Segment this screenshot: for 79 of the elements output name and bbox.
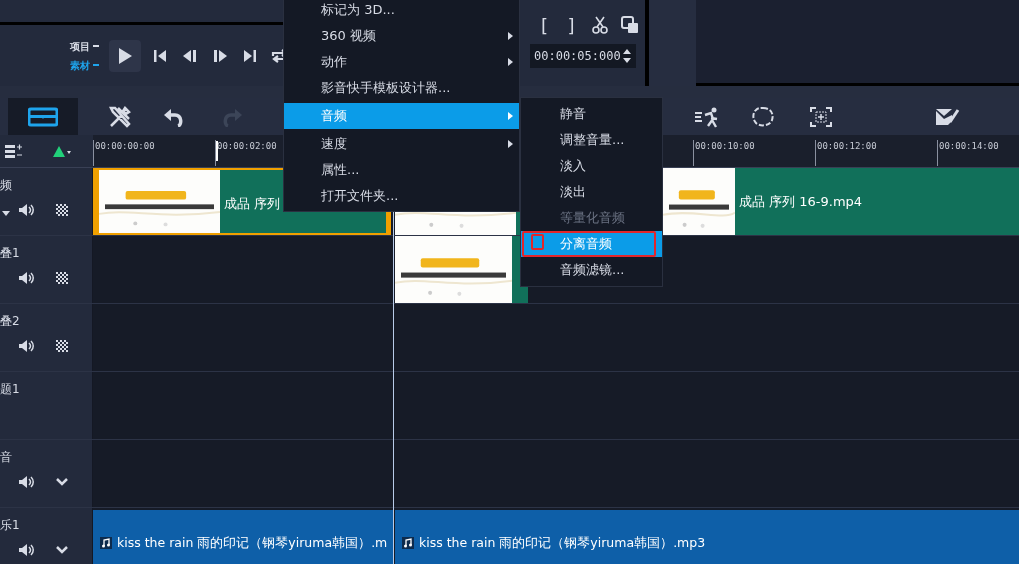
menu-item[interactable]: 影音快手模板设计器... (284, 75, 519, 101)
mute-button[interactable] (18, 202, 34, 218)
music-note-icon (402, 537, 414, 549)
clip-title: kiss the rain 雨的印记（钢琴yiruma韩国）.mp3 (419, 534, 706, 552)
copy-icon (621, 16, 640, 34)
menu-item[interactable]: 淡出 (521, 179, 662, 205)
triangle-icon (52, 144, 72, 158)
ruler-time: 00:00:10:00 (693, 140, 755, 166)
mark-button[interactable]: ] (557, 10, 586, 40)
chevron-down-icon (56, 478, 68, 486)
menu-item[interactable]: 调整音量... (521, 127, 662, 153)
timeline-button[interactable] (8, 98, 78, 135)
mark-button[interactable]: [ (530, 10, 558, 40)
dash-mark (93, 64, 99, 66)
clip-title: 成品 序列 (224, 195, 281, 213)
undo-icon (162, 106, 184, 127)
previous-frame-icon (182, 48, 198, 63)
submenu-arrow-icon (508, 58, 513, 66)
menu-item[interactable]: 音频滤镜... (521, 257, 662, 283)
redo-icon (222, 106, 244, 127)
menu-item[interactable]: 静音 (521, 101, 662, 127)
tools-icon (108, 104, 132, 129)
audio-clip[interactable]: kiss the rain 雨的印记（钢琴yiruma韩国）.m (93, 510, 393, 564)
checkerboard-icon (56, 340, 68, 352)
dropdown-button[interactable] (1, 208, 11, 218)
list-icon (5, 144, 23, 158)
menu-item[interactable]: 动作 (284, 49, 519, 75)
speaker-icon (18, 203, 34, 217)
speaker-icon (18, 543, 34, 557)
mute-button[interactable] (18, 542, 34, 558)
transparency-button[interactable] (56, 202, 68, 218)
mute-button[interactable] (18, 270, 34, 286)
menu-item[interactable]: 标记为 3D... (284, 0, 519, 23)
timecode-field[interactable]: 00:00:05:000 (530, 44, 636, 68)
timeline-icon (28, 106, 58, 127)
clip-title: kiss the rain 雨的印记（钢琴yiruma韩国）.m (117, 534, 388, 552)
lasso-icon (751, 105, 775, 128)
track-label: 乐1 (0, 517, 20, 534)
play-icon (117, 46, 133, 65)
ruler-time: 00:00:12:00 (815, 140, 877, 166)
skip-end-icon (243, 48, 257, 63)
transparency-button[interactable] (56, 270, 68, 286)
submenu-arrow-icon (508, 112, 513, 120)
clip-title: 成品 序列 16-9.mp4 (739, 193, 863, 211)
checkerboard-icon (56, 272, 68, 284)
chevron-down-icon (56, 546, 68, 554)
scissors-icon (591, 16, 610, 34)
time-marker[interactable] (216, 141, 218, 161)
dash-mark (93, 45, 99, 47)
speaker-icon (18, 475, 34, 489)
menu-item[interactable]: 速度 (284, 131, 519, 157)
mode-label[interactable]: 项目 (70, 36, 90, 56)
caret-icon (2, 210, 10, 216)
checkerboard-icon (56, 204, 68, 216)
track-label: 题1 (0, 381, 20, 398)
menu-item[interactable]: 360 视频 (284, 23, 519, 49)
play-button[interactable] (109, 39, 141, 72)
audio-clip[interactable]: kiss the rain 雨的印记（钢琴yiruma韩国）.mp3 (395, 510, 1019, 564)
highlight-marker (531, 234, 544, 250)
skip-start-icon (153, 48, 167, 63)
transparency-button[interactable] (56, 338, 68, 354)
track-label: 音 (0, 449, 12, 466)
mute-button[interactable] (18, 338, 34, 354)
track-label: 频 (0, 177, 12, 194)
speaker-icon (18, 339, 34, 353)
ruler-time: 00:00:00:00 (93, 140, 155, 166)
spinner-icon (622, 48, 632, 64)
mode-label[interactable]: 素材 (70, 55, 90, 75)
frame-target-icon (809, 105, 833, 128)
next-frame-icon (212, 48, 228, 63)
running-figure-icon (694, 105, 720, 128)
submenu-arrow-icon (508, 140, 513, 148)
submenu-arrow-icon (508, 32, 513, 40)
mute-button[interactable] (18, 474, 34, 490)
ruler-time: 00:00:14:00 (937, 140, 999, 166)
music-note-icon (100, 537, 112, 549)
track-label: 叠1 (0, 245, 20, 262)
track-label: 叠2 (0, 313, 20, 330)
speaker-icon (18, 271, 34, 285)
